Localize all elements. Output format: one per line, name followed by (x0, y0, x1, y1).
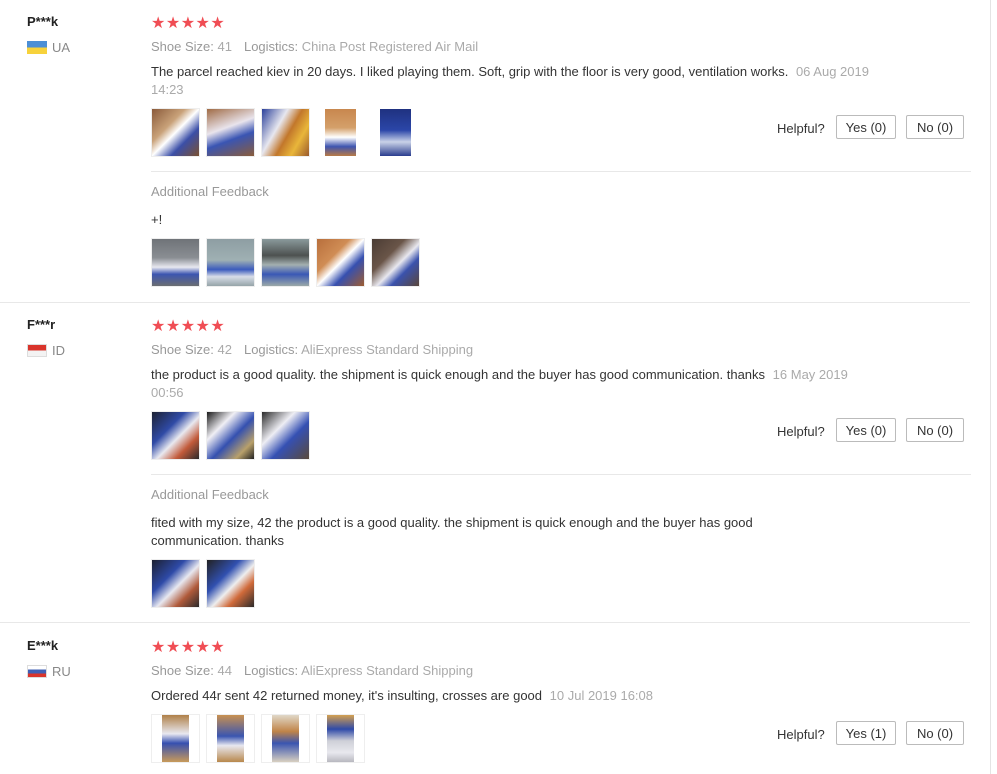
logistics-value: China Post Registered Air Mail (301, 39, 479, 54)
review-photos (151, 714, 365, 763)
reviewer-name: F***r (27, 317, 56, 332)
review-text: Ordered 44r sent 42 returned money, it's… (151, 687, 871, 705)
shoe-size-value: 42 (217, 342, 232, 357)
additional-feedback-label: Additional Feedback (151, 184, 269, 199)
russia-flag-icon (27, 665, 47, 678)
review-meta: Shoe Size: 42 Logistics: AliExpress Stand… (151, 342, 473, 357)
shoe-size-label: Shoe Size: (151, 663, 214, 678)
reviewer-name: P***k (27, 14, 59, 29)
review-photo[interactable] (206, 238, 255, 287)
review-photo[interactable] (151, 714, 200, 763)
logistics-label: Logistics: (243, 342, 299, 357)
review-text: The parcel reached kiev in 20 days. I li… (151, 63, 871, 99)
review-text: the product is a good quality. the shipm… (151, 366, 871, 402)
divider (151, 474, 971, 475)
review-photo[interactable] (206, 714, 255, 763)
review-photo[interactable] (151, 108, 200, 157)
review-divider (0, 302, 970, 303)
shoe-size-value: 41 (217, 39, 232, 54)
helpful-no-button[interactable]: No (0) (906, 721, 964, 745)
shoe-size-value: 44 (217, 663, 232, 678)
review-body: the product is a good quality. the shipm… (151, 367, 766, 382)
page-right-border (990, 0, 991, 774)
review-photo[interactable] (261, 714, 310, 763)
logistics-label: Logistics: (243, 39, 299, 54)
review-photo[interactable] (261, 108, 310, 157)
review-meta: Shoe Size: 41 Logistics: China Post Regis… (151, 39, 478, 54)
review-divider (0, 622, 970, 623)
indonesia-flag-icon (27, 344, 47, 357)
logistics-value: AliExpress Standard Shipping (301, 663, 474, 678)
review-photos (151, 411, 310, 460)
country-code: UA (52, 40, 71, 55)
star-rating: ★★★★★ (151, 639, 226, 656)
additional-feedback-text: fited with my size, 42 the product is a … (151, 515, 753, 548)
additional-photos (151, 238, 420, 287)
helpful-label: Helpful? (777, 121, 825, 136)
reviewer-name: E***k (27, 638, 59, 653)
review-body: Ordered 44r sent 42 returned money, it's… (151, 688, 543, 703)
reviewer-country: RU (27, 664, 71, 679)
review-photo[interactable] (206, 411, 255, 460)
country-code: RU (52, 664, 71, 679)
review-photo[interactable] (261, 238, 310, 287)
helpful-no-button[interactable]: No (0) (906, 115, 964, 139)
shoe-size-label: Shoe Size: (151, 342, 214, 357)
helpful-label: Helpful? (777, 727, 825, 742)
review-photo[interactable] (206, 108, 255, 157)
ukraine-flag-icon (27, 41, 47, 54)
review-photo[interactable] (316, 714, 365, 763)
helpful-yes-button[interactable]: Yes (0) (836, 418, 896, 442)
review-body: The parcel reached kiev in 20 days. I li… (151, 64, 789, 79)
review-photo[interactable] (261, 411, 310, 460)
star-rating: ★★★★★ (151, 318, 226, 335)
review-photo[interactable] (316, 108, 365, 157)
review-photo[interactable] (151, 559, 200, 608)
additional-feedback-text: +! (151, 212, 163, 227)
helpful-yes-button[interactable]: Yes (0) (836, 115, 896, 139)
review-photo[interactable] (206, 559, 255, 608)
country-code: ID (52, 343, 65, 358)
reviewer-country: UA (27, 40, 70, 55)
review-photo[interactable] (316, 238, 365, 287)
helpful-label: Helpful? (777, 424, 825, 439)
review-photos (151, 108, 420, 157)
helpful-yes-button[interactable]: Yes (1) (836, 721, 896, 745)
shoe-size-label: Shoe Size: (151, 39, 214, 54)
helpful-no-button[interactable]: No (0) (906, 418, 964, 442)
logistics-value: AliExpress Standard Shipping (301, 342, 474, 357)
review-date: 10 Jul 2019 16:08 (549, 688, 654, 703)
review-photo[interactable] (371, 238, 420, 287)
star-rating: ★★★★★ (151, 15, 226, 32)
divider (151, 171, 971, 172)
logistics-label: Logistics: (243, 663, 299, 678)
review-photo[interactable] (151, 238, 200, 287)
additional-feedback-label: Additional Feedback (151, 487, 269, 502)
review-meta: Shoe Size: 44 Logistics: AliExpress Stand… (151, 663, 473, 678)
reviewer-country: ID (27, 343, 65, 358)
review-photo[interactable] (371, 108, 420, 157)
additional-photos (151, 559, 255, 608)
review-photo[interactable] (151, 411, 200, 460)
